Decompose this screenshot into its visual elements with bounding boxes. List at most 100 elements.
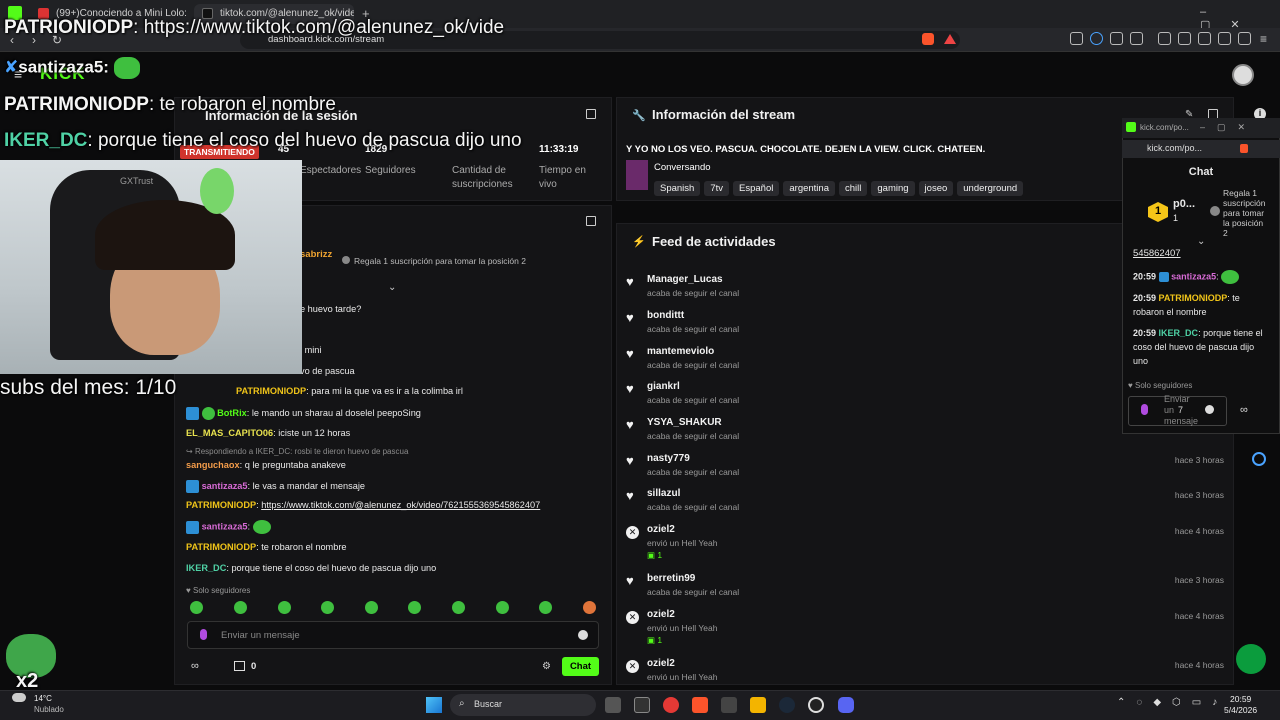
vpn-icon[interactable] xyxy=(1090,32,1103,45)
emote-icon[interactable] xyxy=(278,601,291,614)
tag[interactable]: chill xyxy=(839,181,868,196)
mic-icon[interactable] xyxy=(200,629,207,640)
emoji-icon[interactable] xyxy=(1205,405,1214,414)
collapse-icon[interactable]: ⌄ xyxy=(388,282,396,293)
kick-points-icon[interactable]: ∞ xyxy=(1240,404,1248,416)
feed-item[interactable]: ♥ nasty779 acaba de seguir el canal hace 3 … xyxy=(626,453,1224,487)
emote-icon[interactable] xyxy=(452,601,465,614)
feed-user[interactable]: sillazul xyxy=(647,488,680,499)
popup-window-controls[interactable]: –▢✕ xyxy=(1200,122,1257,133)
side-action-icon[interactable] xyxy=(1252,452,1266,466)
emoji-icon[interactable] xyxy=(578,630,588,640)
leader-name[interactable]: p0... xyxy=(1173,198,1195,210)
gift-text[interactable]: Regala 1 suscripción para tomar la posic… xyxy=(354,256,526,266)
emote-icon[interactable] xyxy=(321,601,334,614)
file-explorer-icon[interactable] xyxy=(750,697,766,713)
clock-date[interactable]: 5/4/2026 xyxy=(1224,705,1257,715)
username[interactable]: santizaza5 xyxy=(202,521,248,531)
feed-item[interactable]: ✕ oziel2 envió un Hell Yeah ▣ 1 hace 4 horas xyxy=(626,609,1224,649)
username[interactable]: PATRIMONIODP xyxy=(186,500,256,510)
feed-item[interactable]: ♥ berretin99 acaba de seguir el canal hace … xyxy=(626,573,1224,607)
username[interactable]: santizaza5 xyxy=(1171,271,1216,281)
system-tray-icons[interactable]: ⌃◌◆⬡▭♪ xyxy=(1117,697,1228,708)
username[interactable]: sanguchaox xyxy=(186,460,240,470)
chat-send-button[interactable]: Chat xyxy=(562,657,599,676)
popup-gift-text[interactable]: Regala 1 suscripción para tomar la posic… xyxy=(1223,188,1266,238)
emote-icon[interactable] xyxy=(539,601,552,614)
expand-icon[interactable] xyxy=(586,109,596,119)
wallet-icon[interactable] xyxy=(1198,32,1211,45)
tag[interactable]: gaming xyxy=(871,181,915,196)
username[interactable]: IKER_DC xyxy=(1159,328,1199,338)
support-chat-button[interactable] xyxy=(1236,644,1266,674)
leo-ai-icon[interactable] xyxy=(1218,32,1231,45)
obs-icon[interactable] xyxy=(808,697,824,713)
brave-rewards-icon[interactable] xyxy=(944,34,956,44)
feed-user[interactable]: bondittt xyxy=(647,310,684,321)
popup-url[interactable]: kick.com/po... xyxy=(1147,143,1202,153)
profile-avatar[interactable] xyxy=(1232,64,1254,86)
emote-icon[interactable] xyxy=(190,601,203,614)
feed-user[interactable]: berretin99 xyxy=(647,573,695,584)
leaderboard-user[interactable]: sabrizz xyxy=(300,249,332,260)
chat-expand-icon[interactable] xyxy=(586,216,596,226)
emote-icon[interactable] xyxy=(583,601,596,614)
emote-icon[interactable] xyxy=(496,601,509,614)
feed-item[interactable]: ✕ oziel2 envió un Hell Yeah ▣ 1 hace 4 horas xyxy=(626,524,1224,564)
windows-start-icon[interactable] xyxy=(426,697,442,713)
7tv-icon[interactable]: 7 xyxy=(1178,405,1183,415)
username[interactable]: EL_MAS_CAPITO06 xyxy=(186,428,273,438)
steam-icon[interactable] xyxy=(779,697,795,713)
username[interactable]: BotRix xyxy=(217,408,247,418)
tag[interactable]: argentina xyxy=(783,181,835,196)
username[interactable]: PATRIMONIODP xyxy=(186,542,256,552)
feed-user[interactable]: mantemeviolo xyxy=(647,346,714,357)
reply-context[interactable]: ↪ Respondiendo a IKER_DC: rosbi te diero… xyxy=(186,447,408,456)
chat-link[interactable]: https://www.tiktok.com/@alenunez_ok/vide… xyxy=(261,500,540,510)
extension-icon[interactable] xyxy=(1070,32,1083,45)
epic-games-icon[interactable] xyxy=(634,697,650,713)
username[interactable]: PATRIMONIODP xyxy=(236,386,306,396)
screenshot-icon[interactable] xyxy=(1130,32,1143,45)
link-tail[interactable]: 545862407 xyxy=(1133,248,1181,259)
emote-icon[interactable] xyxy=(234,601,247,614)
tag[interactable]: Spanish xyxy=(654,181,701,196)
feed-user[interactable]: giankrl xyxy=(647,381,680,392)
settings-gear-icon[interactable]: ⚙ xyxy=(542,661,551,672)
weather-temp[interactable]: 14°C xyxy=(34,694,52,703)
tag[interactable]: joseo xyxy=(918,181,954,196)
emote-icon[interactable] xyxy=(365,601,378,614)
username[interactable]: IKER_DC xyxy=(186,563,226,573)
feed-user[interactable]: Manager_Lucas xyxy=(647,274,723,285)
collapse-icon[interactable]: ⌄ xyxy=(1197,236,1205,247)
emote-icon[interactable] xyxy=(408,601,421,614)
feed-item[interactable]: ♥ sillazul acaba de seguir el canal hace 3 … xyxy=(626,488,1224,522)
feed-user[interactable]: oziel2 xyxy=(647,524,675,535)
store-icon[interactable] xyxy=(234,661,245,671)
mic-icon[interactable] xyxy=(1141,404,1148,415)
brave-shield-icon[interactable] xyxy=(922,33,934,45)
feed-user[interactable]: oziel2 xyxy=(647,609,675,620)
puzzle-icon[interactable] xyxy=(1110,32,1123,45)
taskbar-search[interactable] xyxy=(450,694,596,716)
store-icon[interactable] xyxy=(721,697,737,713)
username[interactable]: PATRIMONIODP xyxy=(1159,293,1228,303)
menu-icon[interactable]: ≡ xyxy=(1260,32,1267,46)
task-view-icon[interactable] xyxy=(605,697,621,713)
weather-text[interactable]: Nublado xyxy=(34,705,64,714)
shield-icon[interactable] xyxy=(1238,32,1251,45)
tag[interactable]: underground xyxy=(957,181,1024,196)
discord-icon[interactable] xyxy=(838,697,854,713)
feed-user[interactable]: nasty779 xyxy=(647,453,690,464)
feed-user[interactable]: YSYA_SHAKUR xyxy=(647,417,722,428)
category-thumbnail[interactable] xyxy=(626,160,648,190)
tag[interactable]: 7tv xyxy=(704,181,730,196)
chrome-icon[interactable] xyxy=(663,697,679,713)
category-name[interactable]: Conversando xyxy=(654,162,711,173)
feed-item[interactable]: ✕ oziel2 envió un Hell Yeah hace 4 horas xyxy=(626,658,1224,686)
tag[interactable]: Español xyxy=(733,181,780,196)
clock-time[interactable]: 20:59 xyxy=(1230,694,1251,704)
kick-points-icon[interactable]: ∞ xyxy=(191,660,199,672)
feed-user[interactable]: oziel2 xyxy=(647,658,675,669)
music-icon[interactable] xyxy=(1158,32,1171,45)
